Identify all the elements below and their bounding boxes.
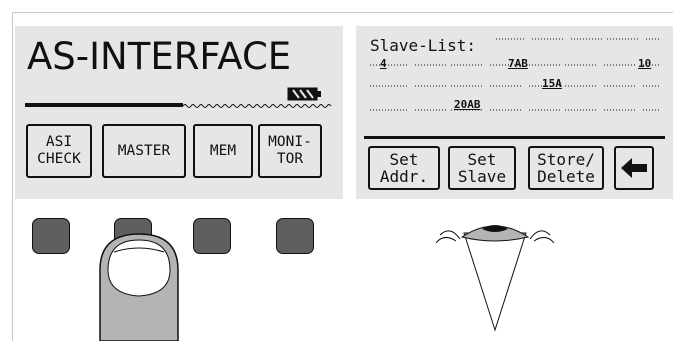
left-arrow-icon [621,158,647,178]
monitor-softkey[interactable]: MONI- TOR [258,124,322,178]
slave-entry[interactable]: 15A [542,77,562,90]
slave-entry[interactable]: 10 [638,57,651,70]
mem-softkey[interactable]: MEM [193,124,253,178]
slave-entry[interactable]: 4 [380,57,387,70]
main-menu-screen: AS-INTERFACE ASI CHECK MASTER MEM MONI- … [15,26,343,199]
store-delete-softkey[interactable]: Store/ Delete [528,146,604,190]
set-slave-softkey[interactable]: Set Slave [448,146,516,190]
hardware-key-4[interactable] [276,218,314,254]
hardware-key-3[interactable] [193,218,231,254]
slave-list-screen: Slave-List: 4 7AB 10 15A 20AB Set Addr. … [356,26,673,199]
slave-grid-dots [370,35,661,114]
asi-check-softkey[interactable]: ASI CHECK [26,124,92,178]
battery-icon [287,87,321,101]
frame-left-line [12,12,13,341]
slave-entry[interactable]: 7AB [508,57,528,70]
progress-bar [25,103,332,108]
master-softkey[interactable]: MASTER [102,124,186,178]
hardware-key-1[interactable] [32,218,70,254]
set-address-softkey[interactable]: Set Addr. [368,146,440,190]
frame-top-line [12,12,673,13]
slave-entry[interactable]: 20AB [454,98,481,111]
softkey-divider [364,136,665,139]
finger-pressing-icon [99,233,179,341]
back-softkey[interactable] [614,146,654,190]
eye-viewing-icon [435,225,555,332]
